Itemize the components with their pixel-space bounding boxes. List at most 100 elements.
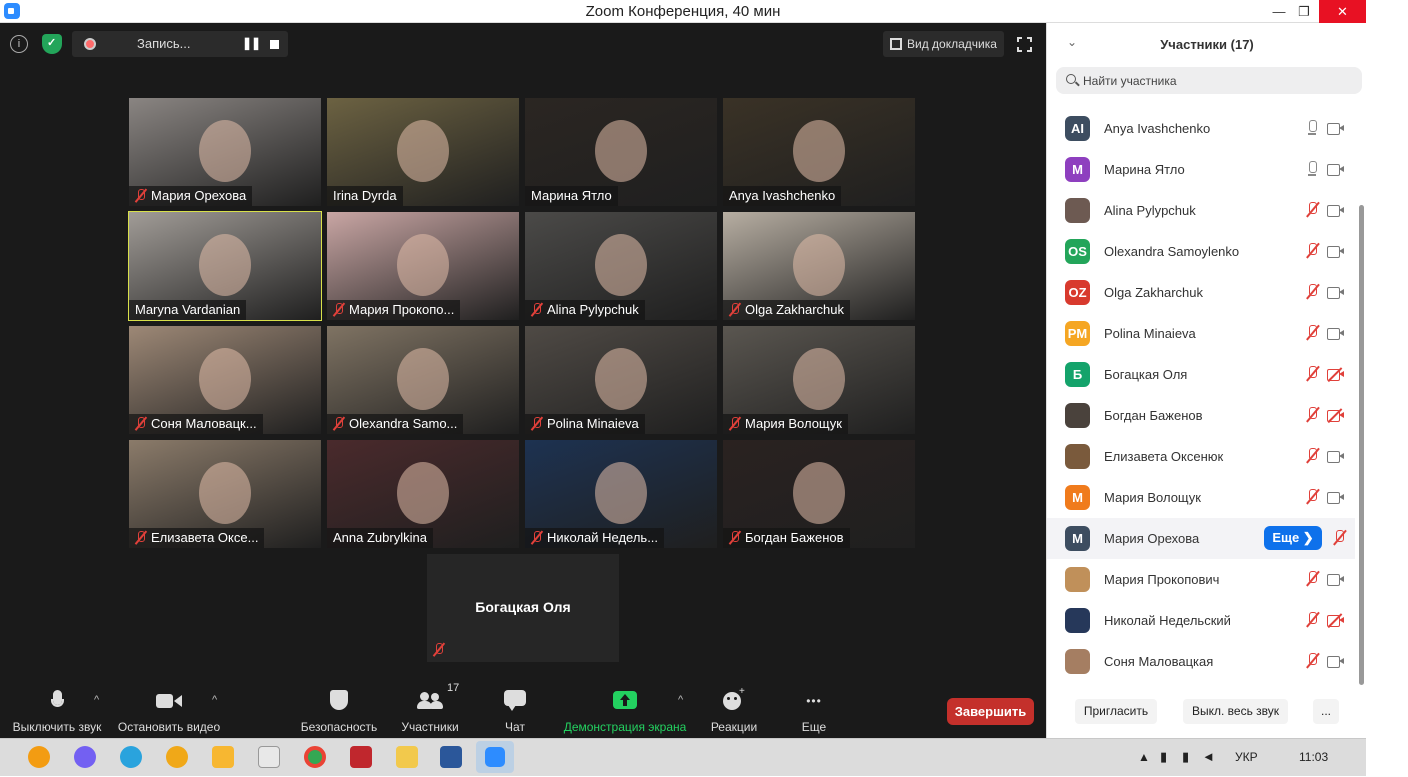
participant-row[interactable]: Николай Недельский (1047, 600, 1355, 641)
participant-row[interactable]: OZ Olga Zakharchuk (1047, 272, 1355, 313)
participant-row[interactable]: Богдан Баженов (1047, 395, 1355, 436)
video-off-icon[interactable] (1327, 613, 1344, 628)
video-tile[interactable]: Olexandra Samo... (327, 326, 519, 434)
mic-muted-icon[interactable] (1305, 325, 1319, 341)
mute-all-button[interactable]: Выкл. весь звук (1183, 699, 1288, 724)
chrome-icon[interactable] (304, 746, 326, 768)
invite-button[interactable]: Пригласить (1075, 699, 1157, 724)
tray-expand-icon[interactable]: ▲ (1138, 750, 1150, 764)
participant-row[interactable]: Мария Прокопович (1047, 559, 1355, 600)
video-camera-icon[interactable] (1327, 123, 1344, 135)
video-camera-icon[interactable] (1327, 287, 1344, 299)
video-tile[interactable]: Maryna Vardanian (128, 211, 322, 321)
video-tile[interactable]: Olga Zakharchuk (723, 212, 915, 320)
video-camera-icon[interactable] (1327, 246, 1344, 258)
participant-row[interactable]: M Марина Ятло (1047, 149, 1355, 190)
video-tile[interactable]: Николай Недель... (525, 440, 717, 548)
calculator-icon[interactable] (258, 746, 280, 768)
participant-row[interactable]: M Мария Орехова Еще ❯ (1047, 518, 1355, 559)
mic-muted-icon[interactable] (1332, 530, 1346, 546)
maximize-button[interactable]: ❐ (1290, 0, 1318, 23)
participant-row[interactable]: M Мария Волощук (1047, 477, 1355, 518)
close-button[interactable]: ✕ (1319, 0, 1366, 23)
reactions-button[interactable]: + Реакции (708, 686, 760, 734)
participants-button[interactable]: 17 Участники (398, 682, 462, 734)
app-icon[interactable] (166, 746, 188, 768)
microphone-icon[interactable] (1305, 161, 1319, 177)
no-video-tile[interactable]: Богацкая Оля (427, 554, 619, 662)
video-tile[interactable]: Polina Minaieva (525, 326, 717, 434)
video-camera-icon[interactable] (1327, 451, 1344, 463)
speaker-view-button[interactable]: Вид докладчика (883, 31, 1004, 57)
scrollbar[interactable] (1359, 205, 1364, 685)
mic-muted-icon[interactable] (1305, 489, 1319, 505)
stop-video-button[interactable]: Остановить видео (116, 688, 222, 734)
viber-icon[interactable] (74, 746, 96, 768)
battery-icon[interactable]: ▮ (1182, 749, 1189, 765)
video-tile[interactable]: Alina Pylypchuk (525, 212, 717, 320)
share-screen-button[interactable]: Демонстрация экрана (562, 688, 688, 734)
participant-row[interactable]: OS Olexandra Samoylenko (1047, 231, 1355, 272)
mic-muted-icon[interactable] (1305, 284, 1319, 300)
telegram-icon[interactable] (120, 746, 142, 768)
mic-muted-icon[interactable] (1305, 612, 1319, 628)
files-icon[interactable] (212, 746, 234, 768)
keyboard-language[interactable]: УКР (1235, 750, 1258, 764)
participant-row[interactable]: Alina Pylypchuk (1047, 190, 1355, 231)
participant-row[interactable]: PM Polina Minaieva (1047, 313, 1355, 354)
mic-muted-icon[interactable] (1305, 243, 1319, 259)
mute-button[interactable]: Выключить звук (8, 688, 106, 734)
video-camera-icon[interactable] (1327, 328, 1344, 340)
participant-row[interactable]: Б Богацкая Оля (1047, 354, 1355, 395)
video-camera-icon[interactable] (1327, 164, 1344, 176)
audio-options-caret[interactable]: ^ (94, 694, 99, 706)
video-tile[interactable]: Мария Волощук (723, 326, 915, 434)
video-camera-icon[interactable] (1327, 574, 1344, 586)
video-tile[interactable]: Марина Ятло (525, 98, 717, 206)
search-input[interactable] (1083, 67, 1353, 94)
mic-muted-icon[interactable] (1305, 366, 1319, 382)
network-icon[interactable]: ▮ (1160, 749, 1167, 765)
pdf-reader-icon[interactable] (350, 746, 372, 768)
video-camera-icon[interactable] (1327, 492, 1344, 504)
video-tile[interactable]: Anna Zubrylkina (327, 440, 519, 548)
video-off-icon[interactable] (1327, 367, 1344, 382)
video-tile[interactable]: Богдан Баженов (723, 440, 915, 548)
video-tile[interactable]: Irina Dyrda (327, 98, 519, 206)
participant-row[interactable]: AI Anya Ivashchenko (1047, 108, 1355, 149)
mic-muted-icon[interactable] (1305, 407, 1319, 423)
clock[interactable]: 11:03 (1299, 750, 1328, 764)
stop-recording-button[interactable] (270, 40, 279, 49)
microphone-icon[interactable] (1305, 120, 1319, 136)
security-button[interactable]: Безопасность (298, 688, 380, 734)
participant-row[interactable]: Елизавета Оксенюк (1047, 436, 1355, 477)
word-icon[interactable] (440, 746, 462, 768)
file-explorer-icon[interactable] (396, 746, 418, 768)
fullscreen-icon[interactable] (1016, 36, 1033, 53)
video-tile[interactable]: Мария Прокопо... (327, 212, 519, 320)
minimize-button[interactable]: — (1265, 0, 1293, 23)
video-off-icon[interactable] (1327, 408, 1344, 423)
mic-muted-icon[interactable] (1305, 571, 1319, 587)
video-camera-icon[interactable] (1327, 656, 1344, 668)
video-options-caret[interactable]: ^ (212, 694, 217, 706)
chat-button[interactable]: Чат (496, 688, 534, 734)
mic-muted-icon[interactable] (1305, 202, 1319, 218)
video-tile[interactable]: Мария Орехова (129, 98, 321, 206)
mic-muted-icon[interactable] (1305, 653, 1319, 669)
video-tile[interactable]: Соня Маловацк... (129, 326, 321, 434)
pause-recording-button[interactable]: ❚❚ (242, 36, 261, 50)
video-tile[interactable]: Anya Ivashchenko (723, 98, 915, 206)
more-button[interactable]: ••• Еще (794, 688, 834, 734)
video-tile[interactable]: Елизавета Оксе... (129, 440, 321, 548)
share-options-caret[interactable]: ^ (678, 694, 683, 706)
video-camera-icon[interactable] (1327, 205, 1344, 217)
encryption-shield-icon[interactable] (42, 34, 62, 54)
participant-row[interactable]: Соня Маловацкая (1047, 641, 1355, 682)
info-icon[interactable]: i (10, 35, 28, 53)
end-meeting-button[interactable]: Завершить (947, 698, 1034, 725)
participant-more-button[interactable]: Еще ❯ (1264, 526, 1322, 550)
mic-muted-icon[interactable] (1305, 448, 1319, 464)
panel-more-button[interactable]: ... (1313, 699, 1339, 724)
volume-icon[interactable]: ◄ (1202, 749, 1215, 764)
